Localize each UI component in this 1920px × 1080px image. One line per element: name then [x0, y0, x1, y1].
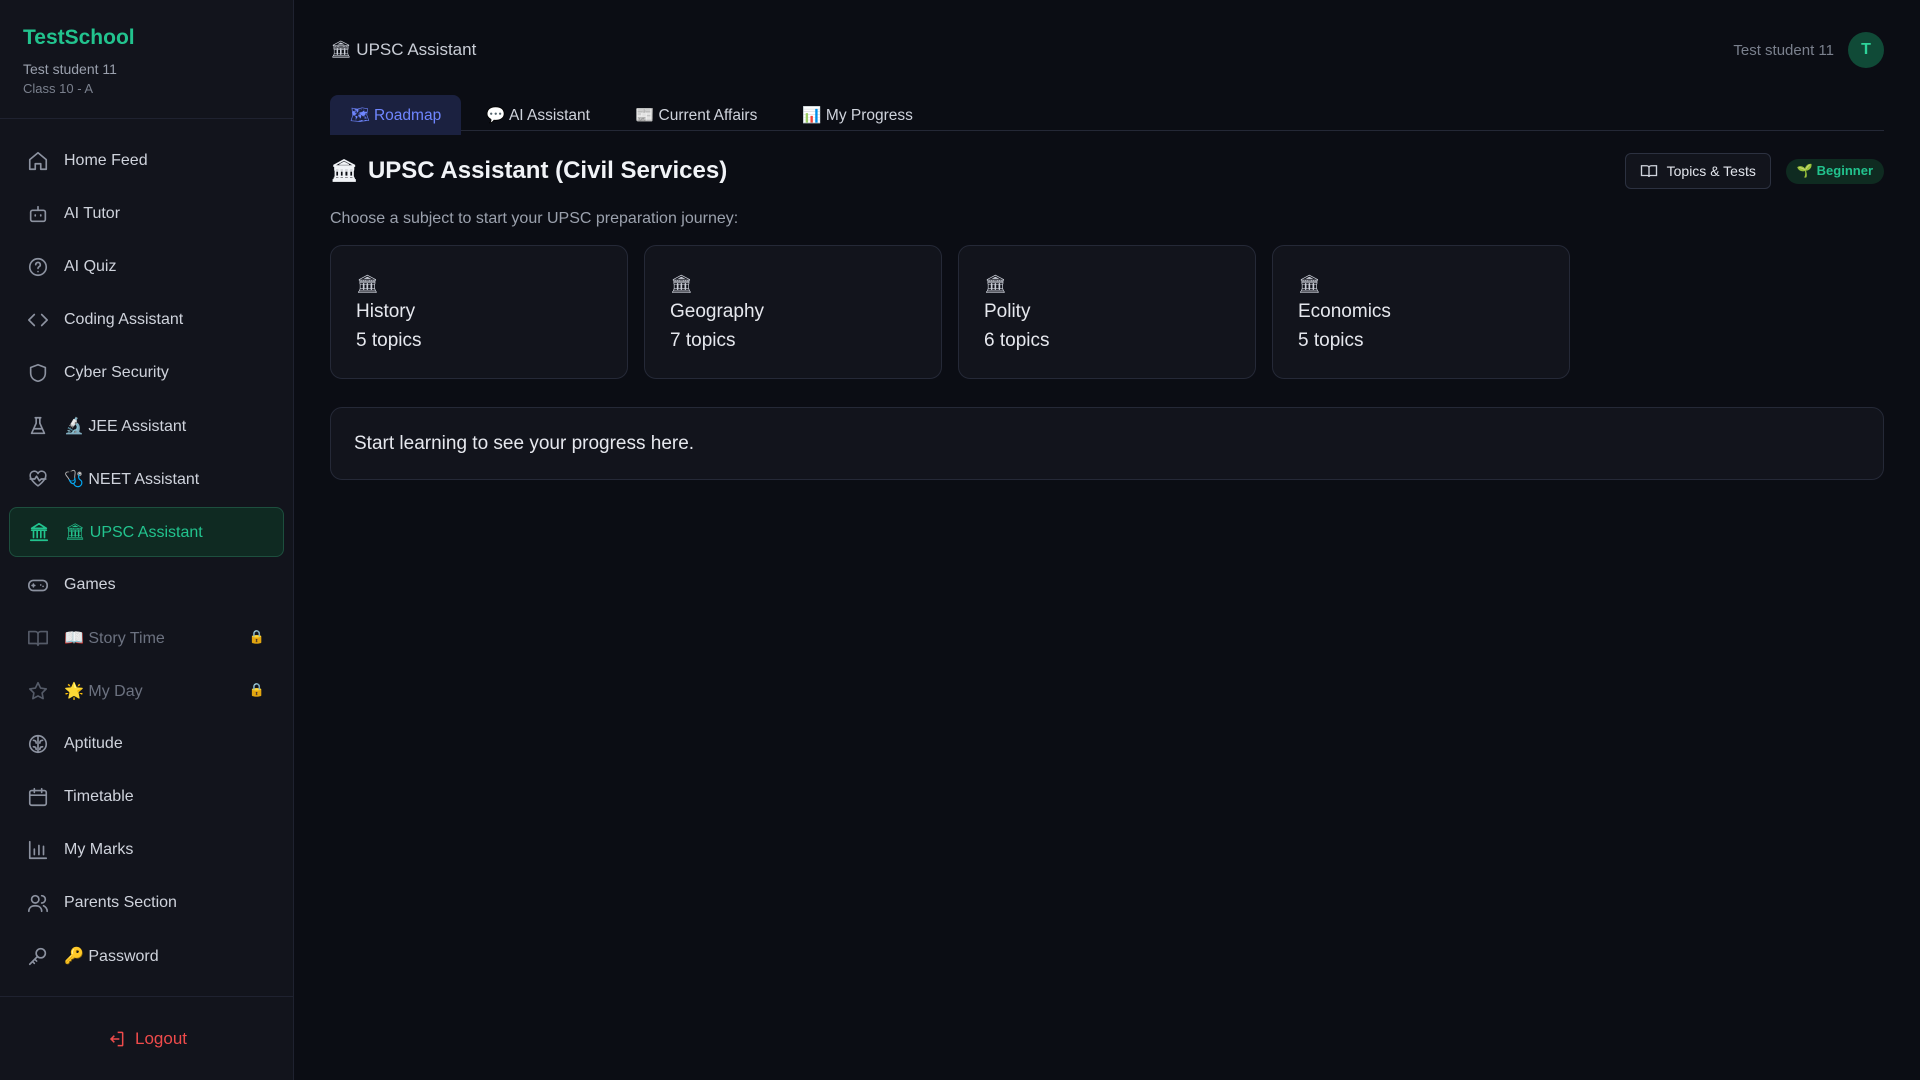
sidebar-item-my-day[interactable]: 🌟 My Day 🔒 [9, 666, 284, 716]
title-row: 🏛 UPSC Assistant (Civil Services) Topics… [330, 151, 1884, 191]
logout-button[interactable]: Logout [106, 1029, 187, 1049]
sidebar: TestSchool Test student 11 Class 10 - A … [0, 0, 294, 1080]
subject-card-geography[interactable]: 🏛 Geography 7 topics [644, 245, 942, 379]
subject-name: Geography [670, 301, 765, 322]
sidebar-item-upsc-assistant[interactable]: 🏛 UPSC Assistant [9, 507, 284, 557]
sidebar-item-label: Coding Assistant [64, 311, 184, 328]
sidebar-item-parents-section[interactable]: Parents Section [9, 878, 284, 928]
breadcrumb: 🏛 UPSC Assistant [330, 40, 477, 59]
sidebar-user-class: Class 10 - A [23, 81, 94, 96]
landmark-icon: 🏛 [330, 158, 358, 183]
sidebar-item-story-time[interactable]: 📖 Story Time 🔒 [9, 613, 284, 663]
sidebar-item-jee-assistant[interactable]: 🔬 JEE Assistant [9, 401, 284, 451]
subject-topic-count: 6 topics [984, 330, 1050, 351]
sidebar-item-ai-quiz[interactable]: AI Quiz [9, 242, 284, 292]
landmark-icon: 🏛 [356, 274, 379, 294]
subject-topic-count: 5 topics [1298, 330, 1364, 351]
flask-icon [27, 415, 49, 437]
page-subtitle: Choose a subject to start your UPSC prep… [330, 210, 739, 227]
progress-panel: Start learning to see your progress here… [330, 407, 1884, 480]
sidebar-item-label: 🩺 NEET Assistant [64, 471, 200, 488]
calendar-icon [27, 786, 49, 808]
book-open-icon [27, 627, 49, 649]
lock-icon: 🔒 [248, 629, 265, 644]
key-icon [27, 945, 49, 967]
sidebar-item-label: 🌟 My Day [64, 683, 143, 700]
lock-icon: 🔒 [248, 682, 265, 697]
subject-cards: 🏛 History 5 topics 🏛 Geography 7 topics … [330, 245, 1884, 379]
level-badge: 🌱 Beginner [1785, 158, 1884, 184]
subject-name: Economics [1298, 301, 1391, 322]
book-open-icon [1640, 165, 1657, 178]
heart-pulse-icon [27, 468, 49, 490]
home-icon [27, 150, 49, 172]
tab-bar: 🗺 Roadmap 💬 AI Assistant 📰 Current Affai… [330, 95, 1884, 135]
sidebar-item-label: Timetable [64, 788, 134, 805]
topics-tests-label: Topics & Tests [1666, 163, 1756, 179]
logout-area: Logout [0, 996, 293, 1080]
landmark-icon: 🏛 [1298, 274, 1321, 294]
subject-topic-count: 7 topics [670, 330, 736, 351]
sidebar-item-label: My Marks [64, 841, 134, 858]
sidebar-item-label: Games [64, 576, 116, 593]
sidebar-item-password[interactable]: 🔑 Password [9, 931, 284, 981]
subject-card-economics[interactable]: 🏛 Economics 5 topics [1272, 245, 1570, 379]
subject-name: History [356, 301, 416, 322]
sidebar-item-aptitude[interactable]: Aptitude [9, 719, 284, 769]
tab-current-affairs[interactable]: 📰 Current Affairs [615, 95, 777, 135]
sidebar-item-label: Aptitude [64, 735, 123, 752]
sidebar-item-my-marks[interactable]: My Marks [9, 825, 284, 875]
sidebar-item-neet-assistant[interactable]: 🩺 NEET Assistant [9, 454, 284, 504]
landmark-icon: 🏛 [984, 274, 1007, 294]
sidebar-item-label: Parents Section [64, 894, 177, 911]
header-user: Test student 11 T [1733, 32, 1884, 68]
bar-chart-icon [27, 839, 49, 861]
sidebar-nav: Home Feed AI Tutor AI Quiz Coding Assist… [9, 136, 284, 984]
subject-name: Polity [984, 301, 1031, 322]
shield-icon [27, 362, 49, 384]
landmark-icon: 🏛 [670, 274, 693, 294]
sidebar-item-home-feed[interactable]: Home Feed [9, 136, 284, 186]
top-bar: 🏛 UPSC Assistant Test student 11 T [330, 0, 1884, 100]
star-icon [27, 680, 49, 702]
brand-block: TestSchool Test student 11 Class 10 - A [0, 0, 293, 119]
page-title-text: UPSC Assistant (Civil Services) [367, 157, 728, 184]
logout-label: Logout [135, 1028, 187, 1048]
sidebar-item-label: AI Quiz [64, 258, 117, 275]
sidebar-user-name: Test student 11 [23, 61, 117, 77]
title-actions: Topics & Tests 🌱 Beginner [1624, 153, 1884, 189]
tab-ai-assistant[interactable]: 💬 AI Assistant [466, 95, 610, 135]
brain-icon [27, 733, 49, 755]
sidebar-item-coding-assistant[interactable]: Coding Assistant [9, 295, 284, 345]
sidebar-item-label: 🔑 Password [64, 948, 159, 965]
tab-my-progress[interactable]: 📊 My Progress [782, 95, 933, 135]
sidebar-item-label: 🏛 UPSC Assistant [65, 524, 203, 541]
code-icon [27, 309, 49, 331]
sidebar-item-label: Cyber Security [64, 364, 169, 381]
subject-card-polity[interactable]: 🏛 Polity 6 topics [958, 245, 1256, 379]
sidebar-item-timetable[interactable]: Timetable [9, 772, 284, 822]
sidebar-item-label: 📖 Story Time [64, 630, 165, 647]
sidebar-item-cyber-security[interactable]: Cyber Security [9, 348, 284, 398]
subject-topic-count: 5 topics [356, 330, 422, 351]
main-content: 🏛 UPSC Assistant Test student 11 T 🗺 Roa… [330, 0, 1884, 1080]
sidebar-item-label: Home Feed [64, 152, 148, 169]
sidebar-item-ai-tutor[interactable]: AI Tutor [9, 189, 284, 239]
header-user-name: Test student 11 [1733, 41, 1834, 59]
gamepad-icon [27, 574, 49, 596]
tab-roadmap[interactable]: 🗺 Roadmap [330, 95, 462, 135]
sidebar-item-games[interactable]: Games [9, 560, 284, 610]
subject-card-history[interactable]: 🏛 History 5 topics [330, 245, 628, 379]
brand-name: TestSchool [23, 26, 135, 49]
logout-icon [109, 1031, 124, 1046]
help-circle-icon [27, 256, 49, 278]
avatar[interactable]: T [1848, 32, 1884, 68]
sidebar-item-label: 🔬 JEE Assistant [64, 418, 187, 435]
page-title: 🏛 UPSC Assistant (Civil Services) [330, 157, 727, 185]
landmark-icon [28, 521, 50, 543]
topics-tests-button[interactable]: Topics & Tests [1624, 153, 1771, 189]
robot-icon [27, 203, 49, 225]
sidebar-item-label: AI Tutor [64, 205, 121, 222]
users-icon [27, 892, 49, 914]
